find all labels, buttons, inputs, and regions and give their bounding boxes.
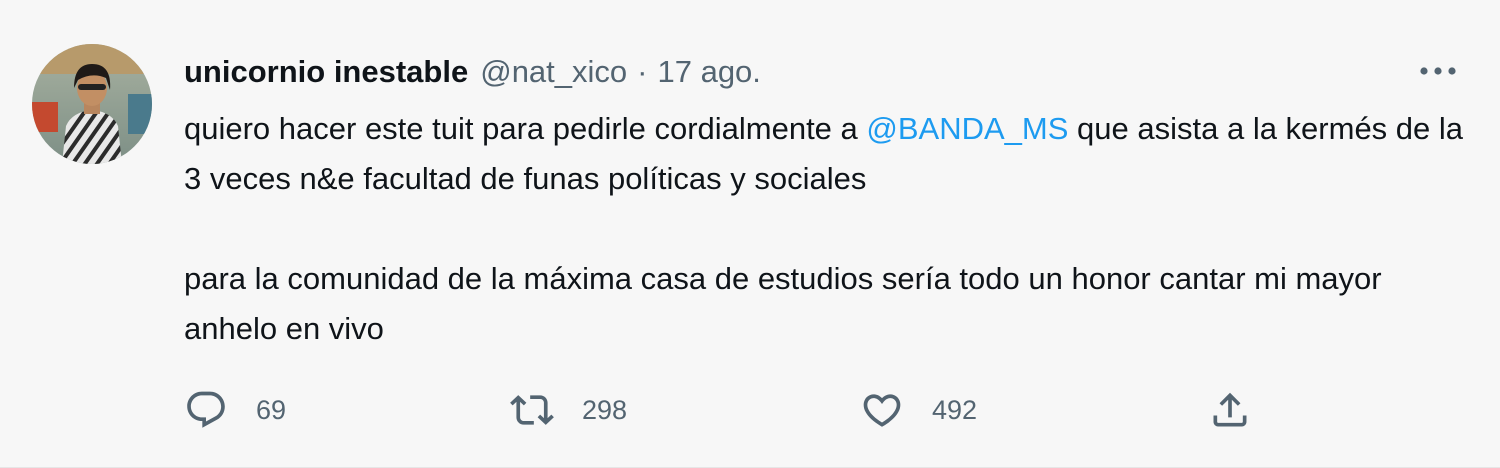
tweet-date[interactable]: 17 ago. <box>657 54 760 90</box>
retweet-button[interactable]: 298 <box>510 388 627 432</box>
more-options-button[interactable] <box>1416 56 1460 86</box>
like-count: 492 <box>932 394 978 425</box>
mention-link[interactable]: @BANDA_MS <box>866 111 1068 146</box>
tweet-paragraph: quiero hacer este tuit para pedirle cord… <box>184 104 1474 204</box>
author-name[interactable]: unicornio inestable <box>184 54 468 90</box>
avatar-photo <box>32 44 152 164</box>
avatar[interactable] <box>32 44 152 164</box>
tweet-paragraph: para la comunidad de la máxima casa de e… <box>184 261 1382 346</box>
separator-dot: · <box>637 54 648 89</box>
tweet-actions: 69 298 492 <box>184 388 1284 432</box>
reply-icon <box>187 391 225 428</box>
heart-icon <box>863 394 901 427</box>
share-button[interactable] <box>1208 388 1252 432</box>
tweet-card[interactable]: unicornio inestable @nat_xico · 17 ago. … <box>0 0 1500 468</box>
tweet-text: quiero hacer este tuit para pedirle cord… <box>184 104 1474 354</box>
like-button[interactable]: 492 <box>860 388 977 432</box>
reply-count: 69 <box>256 394 287 425</box>
more-horizontal-icon <box>1420 67 1456 75</box>
retweet-count: 298 <box>582 394 628 425</box>
reply-button[interactable]: 69 <box>184 388 286 432</box>
retweet-icon <box>510 395 554 425</box>
author-handle[interactable]: @nat_xico <box>480 54 627 90</box>
tweet-header: unicornio inestable @nat_xico · 17 ago. <box>184 52 761 92</box>
tweet-text-part: quiero hacer este tuit para pedirle cord… <box>184 111 867 146</box>
share-icon <box>1213 392 1247 427</box>
